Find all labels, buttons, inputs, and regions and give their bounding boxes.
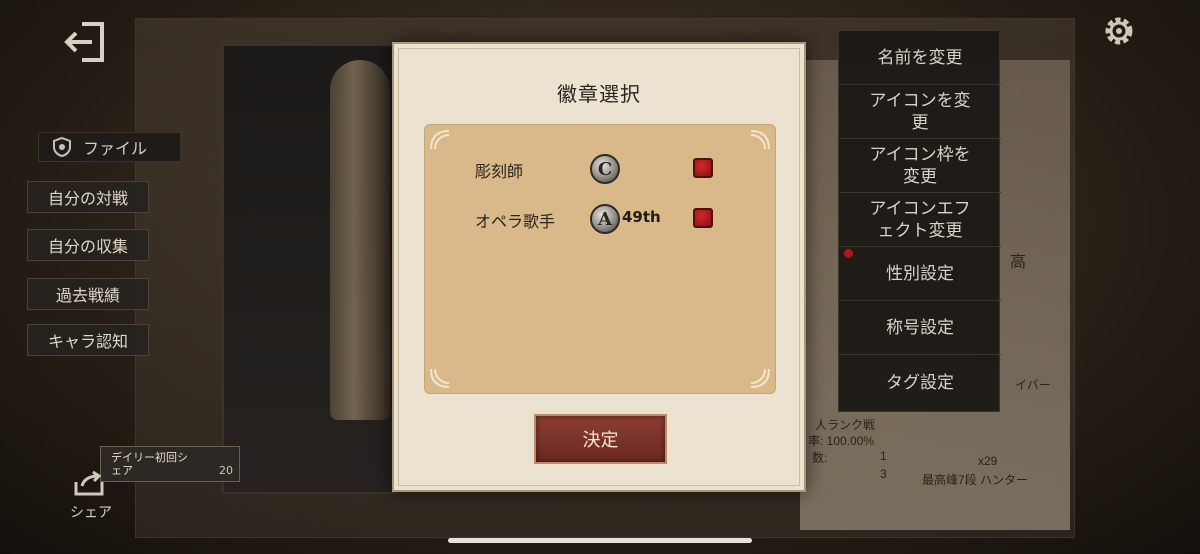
badge-list-panel: 彫刻師 C オペラ歌手 A 49th: [424, 124, 776, 394]
daily-reward-count: 20: [219, 464, 233, 477]
sidebar-item-my-collection[interactable]: 自分の収集: [27, 229, 149, 261]
confirm-button[interactable]: 決定: [534, 414, 667, 464]
gear-icon[interactable]: [1100, 12, 1138, 50]
badge-checkbox[interactable]: [693, 208, 713, 228]
badge-rank: 49th: [622, 208, 661, 226]
daily-share-line2: ェア: [111, 464, 133, 477]
share-label[interactable]: シェア: [70, 502, 112, 522]
daily-share-badge[interactable]: デイリー初回シ ェア 20: [100, 446, 240, 482]
shield-icon: [53, 136, 71, 158]
highest-rank-text: 最高峰7段 ハンター: [922, 473, 1029, 487]
badge-a-icon: A: [590, 204, 620, 234]
menu-item-title-settings[interactable]: 称号設定: [839, 301, 1001, 355]
count-label-text: 数:: [812, 451, 828, 465]
badge-checkbox[interactable]: [693, 158, 713, 178]
menu-item-change-icon-frame[interactable]: アイコン枠を 変更: [839, 139, 1001, 193]
notification-dot: [844, 249, 853, 258]
menu-item-tag-settings[interactable]: タグ設定: [839, 355, 1001, 411]
menu-item-gender-settings[interactable]: 性別設定: [839, 247, 1001, 301]
menu-item-change-icon-effect-line1: アイコンエフ: [869, 198, 971, 219]
dialog-title: 徽章選択: [557, 82, 641, 106]
rank-mode-text: 人ランク戦: [815, 418, 876, 432]
menu-item-change-icon[interactable]: アイコンを変 更: [839, 85, 1001, 139]
menu-item-change-icon-line1: アイコンを変: [869, 90, 971, 111]
menu-item-change-icon-effect[interactable]: アイコンエフ ェクト変更: [839, 193, 1001, 247]
exit-door-icon[interactable]: [62, 18, 110, 66]
tab-file[interactable]: ファイル: [38, 132, 181, 162]
sidebar-item-character-recognition[interactable]: キャラ認知: [27, 324, 149, 356]
share-icon[interactable]: [72, 470, 108, 498]
ornament-corner-icon: [430, 368, 450, 388]
badge-row-opera-singer[interactable]: オペラ歌手 A 49th: [425, 204, 775, 234]
badge-name: オペラ歌手: [475, 212, 556, 231]
character-figure: [330, 60, 390, 420]
count-value2-text: 3: [880, 467, 887, 481]
badge-row-sculptor[interactable]: 彫刻師 C: [425, 154, 775, 184]
sidebar-item-my-matches[interactable]: 自分の対戦: [27, 181, 149, 213]
home-indicator[interactable]: [448, 538, 752, 543]
menu-item-change-icon-effect-line2: ェクト変更: [877, 220, 963, 241]
ornament-corner-icon: [750, 130, 770, 150]
menu-item-change-name[interactable]: 名前を変更: [839, 31, 1001, 85]
tab-file-label: ファイル: [83, 139, 148, 158]
daily-share-line1: デイリー初回シ: [111, 451, 188, 464]
high-text: 高: [1010, 254, 1027, 271]
menu-item-change-icon-line2: 更: [911, 112, 929, 133]
menu-item-change-icon-frame-line1: アイコン枠を: [869, 144, 971, 165]
badge-select-dialog: 徽章選択 彫刻師 C オペラ歌手 A 49th 決定: [392, 42, 806, 492]
sidebar-item-past-records[interactable]: 過去戦績: [27, 278, 149, 310]
ornament-corner-icon: [430, 130, 450, 150]
menu-item-change-icon-frame-line2: 変更: [903, 166, 937, 187]
role-text: イバー: [1015, 378, 1051, 392]
badge-name: 彫刻師: [475, 162, 524, 181]
badge-c-icon: C: [590, 154, 620, 184]
profile-settings-menu: 名前を変更 アイコンを変 更 アイコン枠を 変更 アイコンエフ ェクト変更 性別…: [838, 30, 1001, 412]
count-value-text: 1: [880, 449, 887, 463]
ornament-corner-icon: [750, 368, 770, 388]
badge-count-text: x29: [978, 454, 998, 468]
win-rate-text: 率: 100.00%: [808, 434, 875, 448]
